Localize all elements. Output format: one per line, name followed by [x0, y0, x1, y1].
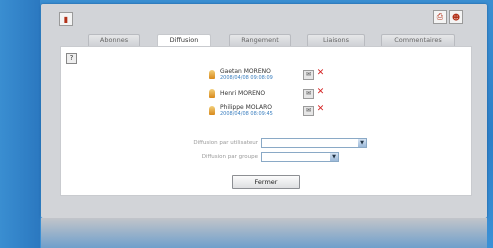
- help-icon[interactable]: ?: [66, 53, 77, 64]
- user-icon: [209, 70, 215, 79]
- user-date: 2008/04/08 09:08:09: [220, 75, 273, 81]
- group-diffusion-label: Diffusion par groupe: [201, 154, 258, 160]
- user-icon: [209, 89, 215, 98]
- tab-liaisons[interactable]: Liaisons: [307, 34, 365, 46]
- group-diffusion-select[interactable]: ▼: [261, 152, 339, 162]
- delete-icon[interactable]: ✕: [316, 88, 325, 97]
- document-icon[interactable]: ▮: [59, 12, 73, 26]
- delete-icon[interactable]: ✕: [316, 105, 325, 114]
- user-date: 2008/04/08 08:09:45: [220, 111, 273, 117]
- print-icon[interactable]: ⎙: [433, 10, 447, 24]
- chevron-down-icon[interactable]: ▼: [330, 153, 338, 161]
- list-item: Philippe MOLARO 2008/04/08 08:09:45 ✉ ✕: [209, 103, 324, 119]
- user-icon: [209, 106, 215, 115]
- user-diffusion-select[interactable]: ▼: [261, 138, 367, 148]
- desktop-background: [0, 0, 40, 248]
- tab-abonnes[interactable]: Abonnes: [88, 34, 140, 46]
- tab-content: ? Gaetan MORENO 2008/04/08 09:08:09 ✉ ✕ …: [60, 46, 472, 196]
- chevron-down-icon[interactable]: ▼: [358, 139, 366, 147]
- user-name: Gaetan MORENO: [220, 68, 271, 75]
- mail-icon[interactable]: ✉: [303, 70, 314, 80]
- close-button[interactable]: Fermer: [232, 175, 300, 189]
- tab-commentaires[interactable]: Commentaires: [381, 34, 455, 46]
- user-name: Philippe MOLARO: [220, 104, 273, 111]
- user-diffusion-label: Diffusion par utilisateur: [193, 140, 258, 146]
- list-item: Henri MORENO ✉ ✕: [209, 86, 324, 102]
- list-item: Gaetan MORENO 2008/04/08 09:08:09 ✉ ✕: [209, 67, 324, 83]
- panel-footer: [41, 218, 487, 248]
- user-name: Henri MORENO: [220, 90, 266, 97]
- tab-rangement[interactable]: Rangement: [229, 34, 291, 46]
- tab-bar: Abonnes Diffusion Rangement Liaisons Com…: [40, 34, 486, 47]
- mail-icon[interactable]: ✉: [303, 106, 314, 116]
- delete-icon[interactable]: ✕: [316, 69, 325, 78]
- mail-icon[interactable]: ✉: [303, 89, 314, 99]
- user-icon[interactable]: ☻: [449, 10, 463, 24]
